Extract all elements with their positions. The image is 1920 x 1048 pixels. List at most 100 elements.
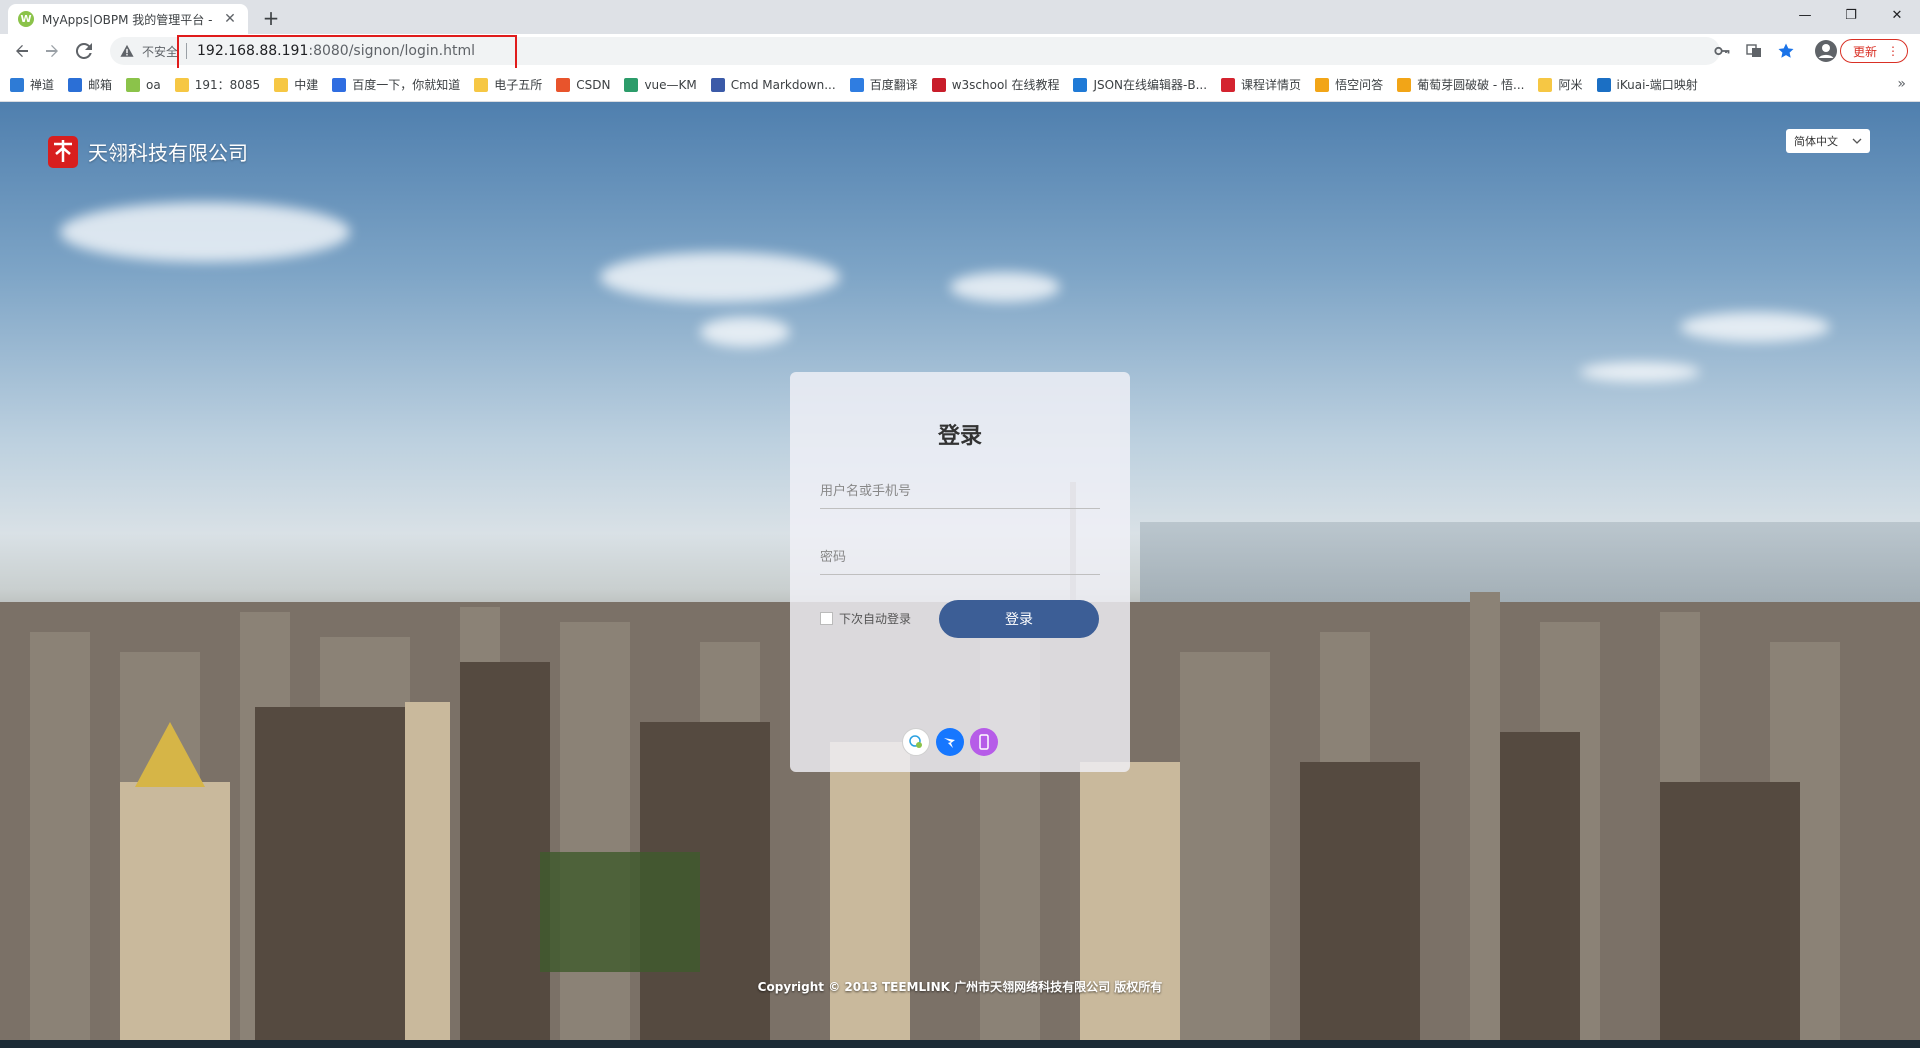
- mobile-icon: [979, 734, 989, 750]
- address-separator: [186, 43, 188, 59]
- password-key-icon[interactable]: [1712, 41, 1732, 61]
- bookmark-item[interactable]: 阿米: [1538, 76, 1583, 93]
- bookmark-item[interactable]: Cmd Markdown...: [710, 77, 836, 92]
- bookmark-label: CSDN: [576, 77, 611, 92]
- bookmark-item[interactable]: 电子五所: [474, 76, 542, 93]
- browser-toolbar: 不安全 192.168.88.191:8080/signon/login.htm…: [0, 34, 1920, 68]
- forward-button[interactable]: [38, 37, 66, 65]
- not-secure-label[interactable]: 不安全: [142, 43, 178, 60]
- login-title: 登录: [937, 424, 982, 449]
- bookmark-item[interactable]: 中建: [274, 76, 318, 93]
- bookmark-label: vue—KM: [644, 77, 697, 92]
- update-label: 更新: [1853, 44, 1878, 59]
- bookmark-label: 电子五所: [494, 78, 543, 92]
- login-page: 天翎科技有限公司 简体中文 登录 下次自动登录 登录 Copyright © 2…: [0, 102, 1920, 1040]
- bookmark-label: 中建: [294, 78, 319, 92]
- tab-strip: W MyApps|OBPM 我的管理平台 - ✕ + — ❐ ✕: [0, 0, 1920, 34]
- brand-header: 天翎科技有限公司: [46, 132, 248, 170]
- bookmark-label: Cmd Markdown...: [730, 77, 836, 92]
- reload-button[interactable]: [70, 37, 98, 65]
- mail-icon: [68, 77, 83, 92]
- cloud-shape: [1580, 362, 1700, 382]
- bookmark-label: 课程详情页: [1241, 78, 1302, 92]
- reload-icon: [76, 43, 92, 59]
- oa-icon: [126, 77, 141, 92]
- back-button[interactable]: [8, 37, 36, 65]
- tab-close-icon[interactable]: ✕: [222, 11, 238, 27]
- bookmark-item[interactable]: JSON在线编辑器-B...: [1073, 76, 1207, 93]
- cloud-shape: [1680, 312, 1830, 342]
- bookmark-item[interactable]: oa: [126, 77, 161, 92]
- login-card: 登录 下次自动登录 登录: [790, 372, 1130, 772]
- back-arrow-icon: [16, 45, 28, 57]
- bookmark-label: 悟空问答: [1335, 78, 1384, 92]
- bookmark-item[interactable]: w3school 在线教程: [931, 76, 1060, 93]
- bookmark-label: w3school 在线教程: [951, 78, 1060, 92]
- login-button[interactable]: 登录: [939, 600, 1099, 638]
- wukong-icon: [1315, 77, 1330, 92]
- dingtalk-login-button[interactable]: [936, 728, 964, 756]
- folder-icon: [1538, 77, 1553, 92]
- bookmark-star-icon[interactable]: [1776, 41, 1796, 61]
- bookmark-item[interactable]: 百度翻译: [849, 76, 918, 93]
- bookmark-item[interactable]: CSDN: [556, 77, 611, 92]
- folder-icon: [274, 77, 289, 92]
- company-name: 天翎科技有限公司: [88, 140, 248, 165]
- kebab-menu-icon: ⋮: [1887, 44, 1899, 58]
- window-close-button[interactable]: ✕: [1874, 0, 1920, 30]
- bookmark-item[interactable]: 悟空问答: [1315, 76, 1383, 93]
- bookmark-label: 百度一下，你就知道: [352, 78, 461, 92]
- qrcode-chat-icon: [909, 735, 922, 748]
- baidu-icon: [332, 77, 347, 92]
- bookmark-label: 禅道: [30, 78, 55, 92]
- bookmark-label: JSON在线编辑器-B...: [1093, 78, 1208, 92]
- bookmark-item[interactable]: 葡萄芽圆破破 - 悟...: [1397, 76, 1524, 93]
- cloud-shape: [700, 317, 790, 347]
- auto-login-checkbox[interactable]: [820, 612, 833, 625]
- auto-login-option[interactable]: 下次自动登录: [820, 610, 911, 627]
- password-input[interactable]: [820, 541, 1100, 575]
- translate-page-icon[interactable]: [1744, 41, 1764, 61]
- address-bar[interactable]: 不安全 192.168.88.191:8080/signon/login.htm…: [110, 37, 1720, 65]
- os-taskbar: [0, 1040, 1920, 1048]
- url-host: 192.168.88.191: [197, 43, 309, 59]
- browser-tab-active[interactable]: W MyApps|OBPM 我的管理平台 - ✕: [8, 4, 248, 34]
- myapps-favicon-icon: W: [18, 11, 34, 27]
- vue-icon: [624, 77, 639, 92]
- ikuai-icon: [1596, 77, 1611, 92]
- bookmarks-overflow-icon[interactable]: »: [1897, 76, 1906, 92]
- forward-arrow-icon: [46, 45, 58, 57]
- mobile-login-button[interactable]: [970, 728, 998, 756]
- course-icon: [1221, 77, 1236, 92]
- new-tab-button[interactable]: +: [258, 6, 284, 32]
- copyright-footer: Copyright © 2013 TEEMLINK 广州市天翎网络科技有限公司 …: [757, 980, 1163, 994]
- language-select[interactable]: 简体中文: [1786, 129, 1870, 153]
- zentao-icon: [10, 77, 24, 92]
- company-logo-icon: [48, 136, 78, 168]
- wechat-qrcode-login-button[interactable]: [902, 728, 930, 756]
- username-input[interactable]: [820, 475, 1100, 509]
- dingtalk-icon: [944, 738, 955, 748]
- url-path: :8080/signon/login.html: [308, 43, 475, 59]
- bookmark-label: oa: [146, 77, 161, 92]
- folder-icon: [474, 77, 489, 92]
- bookmark-item[interactable]: 课程详情页: [1221, 76, 1301, 93]
- bookmark-label: 葡萄芽圆破破 - 悟...: [1417, 78, 1525, 92]
- update-button[interactable]: 更新 ⋮: [1840, 39, 1908, 63]
- bookmark-item[interactable]: 191：8085: [174, 76, 260, 93]
- cloud-shape: [600, 252, 840, 302]
- bookmark-item[interactable]: 百度一下，你就知道: [332, 76, 460, 93]
- bookmark-label: 百度翻译: [869, 78, 918, 92]
- cloud-shape: [60, 202, 350, 262]
- bookmark-item[interactable]: 禅道: [10, 76, 54, 93]
- folder-icon: [174, 77, 189, 92]
- bookmark-label: 阿米: [1558, 78, 1583, 92]
- translate-icon: [849, 77, 864, 92]
- bookmark-item[interactable]: iKuai-端口映射: [1596, 76, 1698, 93]
- bookmark-item[interactable]: vue—KM: [624, 77, 697, 92]
- cmd-markdown-icon: [710, 77, 725, 92]
- profile-avatar-icon[interactable]: [1814, 39, 1838, 63]
- restore-button[interactable]: ❐: [1828, 0, 1874, 30]
- bookmark-item[interactable]: 邮箱: [68, 76, 112, 93]
- minimize-button[interactable]: —: [1782, 0, 1828, 30]
